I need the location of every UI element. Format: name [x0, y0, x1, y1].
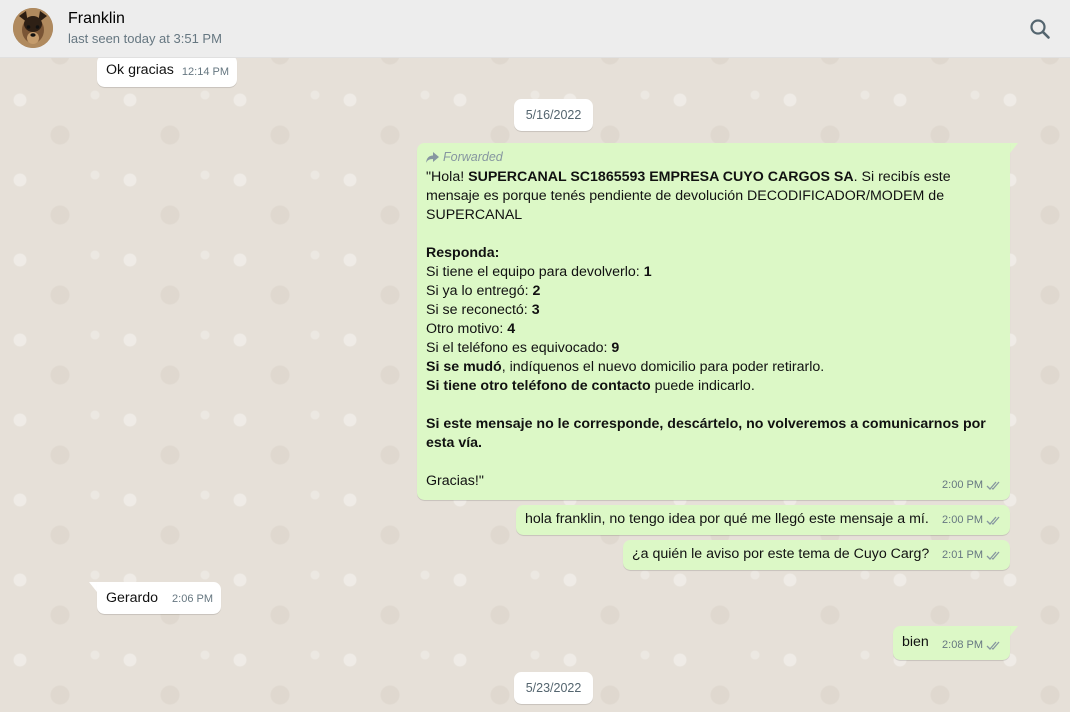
date-divider: 5/16/2022	[514, 99, 593, 131]
bold-span: 1	[643, 264, 652, 280]
bold-span: Si este mensaje no le corresponde, descá…	[426, 416, 986, 451]
message-time: 2:06 PM	[172, 593, 213, 605]
double-check-icon	[986, 641, 1000, 650]
bold-span: Si se mudó	[426, 359, 502, 375]
bold-span: SUPERCANAL SC1865593 EMPRESA CUYO CARGOS…	[468, 169, 854, 185]
forwarded-label: Forwarded	[443, 150, 503, 164]
forwarded-body: "Hola! SUPERCANAL SC1865593 EMPRESA CUYO…	[426, 168, 1001, 491]
message-meta: 2:00 PM	[942, 511, 1002, 530]
message-line: Si ya lo entregó: 2	[426, 282, 1001, 301]
bubble-tail	[1010, 143, 1018, 153]
message-meta: 2:08 PM	[942, 636, 1002, 655]
message-line: Gracias!"	[426, 472, 1001, 491]
text-span: Si el teléfono es equivocado:	[426, 340, 612, 356]
text-span: Si ya lo entregó:	[426, 283, 533, 299]
contact-name[interactable]: Franklin	[68, 10, 125, 28]
message-text: Gerardo	[106, 590, 159, 606]
double-check-icon	[986, 481, 1000, 490]
text-span: Si se reconectó:	[426, 302, 532, 318]
text-span: puede indicarlo.	[650, 378, 755, 394]
message-line: Otro motivo: 4	[426, 320, 1001, 339]
message-line: Si se reconectó: 3	[426, 301, 1001, 320]
bold-span: 2	[532, 283, 541, 299]
message-line: Si tiene el equipo para devolverlo: 1	[426, 263, 1001, 282]
text-span: "Hola!	[426, 169, 469, 185]
bold-span: Responda:	[426, 245, 500, 261]
forward-arrow-icon	[426, 151, 439, 163]
message-line: Si se mudó, indíquenos el nuevo domicili…	[426, 358, 1001, 377]
date-label: 5/16/2022	[525, 108, 582, 122]
search-icon	[1030, 19, 1050, 39]
message-line: Responda:	[426, 244, 1001, 263]
message-outgoing[interactable]: hola franklin, no tengo idea por qué me …	[516, 505, 1010, 535]
message-incoming[interactable]: Ok gracias 12:14 PM	[97, 55, 237, 87]
message-outgoing[interactable]: ¿a quién le aviso por este tema de Cuyo …	[623, 540, 1010, 570]
date-label: 5/23/2022	[525, 681, 582, 695]
chat-header: Franklin last seen today at 3:51 PM	[0, 0, 1070, 58]
avatar[interactable]	[13, 8, 53, 48]
bubble-tail	[89, 582, 97, 592]
last-seen-status: last seen today at 3:51 PM	[68, 31, 222, 46]
bubble-tail	[1010, 626, 1018, 636]
message-outgoing[interactable]: bien 2:08 PM	[893, 626, 1010, 660]
message-incoming[interactable]: Gerardo 2:06 PM	[97, 582, 221, 614]
double-check-icon	[986, 516, 1000, 525]
bold-span: 3	[531, 302, 540, 318]
message-time: 2:08 PM	[942, 639, 983, 651]
message-time: 2:00 PM	[942, 514, 983, 526]
message-text: hola franklin, no tengo idea por qué me …	[525, 511, 929, 527]
message-time: 2:00 PM	[942, 479, 983, 491]
search-button[interactable]	[1026, 15, 1054, 43]
message-line: Si tiene otro teléfono de contacto puede…	[426, 377, 1001, 396]
text-span: Gracias!"	[426, 473, 484, 489]
message-text: Ok gracias	[106, 62, 174, 78]
message-meta: 2:01 PM	[942, 546, 1002, 565]
bold-span: 4	[507, 321, 516, 337]
dog-avatar-icon	[13, 8, 53, 48]
message-paragraph: "Hola! SUPERCANAL SC1865593 EMPRESA CUYO…	[426, 168, 1001, 225]
message-time: 2:01 PM	[942, 549, 983, 561]
bold-span: 9	[611, 340, 620, 356]
double-check-icon	[986, 551, 1000, 560]
message-time: 12:14 PM	[181, 66, 229, 78]
text-span: Otro motivo:	[426, 321, 508, 337]
message-line: Si este mensaje no le corresponde, descá…	[426, 415, 1001, 453]
forwarded-indicator: Forwarded	[426, 149, 1001, 165]
bold-span: Si tiene otro teléfono de contacto	[426, 378, 651, 394]
message-text: bien	[902, 634, 929, 650]
text-span: , indíquenos el nuevo domicilio para pod…	[501, 359, 825, 375]
message-outgoing-forwarded[interactable]: Forwarded "Hola! SUPERCANAL SC1865593 EM…	[417, 143, 1010, 500]
text-span: Si tiene el equipo para devolverlo:	[426, 264, 644, 280]
message-line: Si el teléfono es equivocado: 9	[426, 339, 1001, 358]
message-text: ¿a quién le aviso por este tema de Cuyo …	[632, 546, 930, 562]
message-meta: 2:00 PM	[942, 476, 1002, 495]
date-divider: 5/23/2022	[514, 672, 593, 704]
